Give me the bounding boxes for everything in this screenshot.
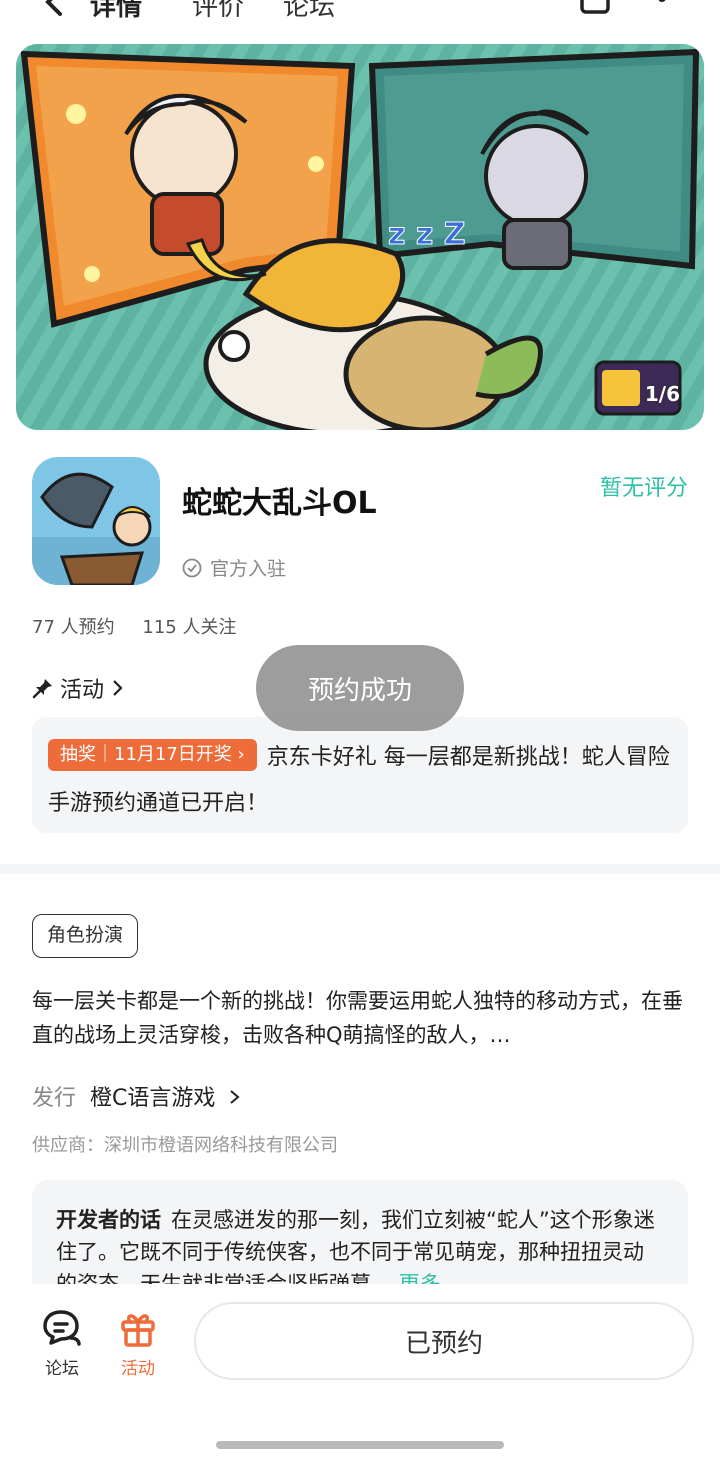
tab-details[interactable]: 详情 [86,0,147,23]
app-title: 蛇蛇大乱斗OL [182,486,377,521]
rating-status: 暂无评分 [599,476,688,501]
pin-icon [32,679,52,699]
activity-content: 抽奖｜11月17日开奖 › 京东卡好礼 每一层都是新挑战！蛇人冒险手游预约通道已开… [48,735,672,827]
app-icon [32,457,160,585]
bottom-forum-label: 论坛 [45,1359,79,1379]
reserved-button[interactable]: 已预约 [194,1302,694,1380]
bottom-forum-button[interactable]: 论坛 [32,1308,92,1379]
back-arrow-icon[interactable] [34,0,74,22]
banner-page-counter: 1/6 [644,382,680,406]
game-description[interactable]: 每一层关卡都是一个新的挑战！你需要运用蛇人独特的移动方式，在垂直的战场上灵活穿梭… [32,984,688,1052]
top-nav-bar: 详情 评价 论坛 [0,0,720,30]
publisher-label: 发行 [32,1086,77,1111]
bottom-event-label: 活动 [121,1359,155,1379]
chevron-right-icon [230,1090,240,1104]
app-stats: 77 人预约 115 人关注 [32,613,258,639]
tab-reviews[interactable]: 评价 [192,0,244,23]
publisher-row[interactable]: 发行 橙C语言游戏 [32,1080,242,1112]
lottery-badge-label: 抽奖｜11月17日开奖 [60,744,232,765]
developer-note-card[interactable]: 开发者的话 在灵感迸发的那一刻，我们立刻被“蛇人”这个形象迷住了。它既不同于传统侠… [32,1180,688,1284]
banner-carousel[interactable]: z z Z 1/6 [16,44,704,430]
lottery-badge[interactable]: 抽奖｜11月17日开奖 › [48,739,257,771]
activity-card[interactable]: 抽奖｜11月17日开奖 › 京东卡好礼 每一层都是新挑战！蛇人冒险手游预约通道已开… [32,717,688,833]
activity-header[interactable]: 活动 [32,672,126,704]
tab-forum-label: 论坛 [283,0,336,22]
banner-artwork: z z Z [16,44,704,430]
official-verified: 官方入驻 [182,554,286,581]
tab-forum[interactable]: 论坛 [283,0,335,23]
genre-tag[interactable]: 角色扮演 [32,914,139,958]
reservation-count: 77 人预约 [32,617,115,638]
supplier-info: 供应商：深圳市橙语网络科技有限公司 [32,1135,338,1156]
follower-count: 115 人关注 [142,617,237,638]
gift-icon [121,1314,155,1347]
tab-details-label: 详情 [90,0,143,22]
home-indicator[interactable] [216,1441,504,1449]
activity-title: 活动 [60,678,105,703]
section-divider [0,864,720,874]
more-link[interactable]: 更多 [399,1272,441,1284]
developer-note-label: 开发者的话 [56,1208,161,1232]
tab-reviews-label: 评价 [192,0,245,22]
download-icon[interactable] [578,0,612,16]
bottom-event-button[interactable]: 活动 [108,1308,168,1379]
bottom-action-bar: 论坛 活动 已预约 [0,1284,720,1464]
more-dots-icon[interactable] [656,0,668,6]
verified-check-icon [182,558,202,577]
forum-chat-icon [43,1310,81,1346]
toast-message: 预约成功 [256,645,464,731]
app-icon-artwork [32,457,160,585]
publisher-name: 橙C语言游戏 [90,1086,216,1111]
official-label: 官方入驻 [210,558,287,580]
chevron-right-icon [113,680,123,696]
svg-text:z z Z: z z Z [388,217,466,252]
